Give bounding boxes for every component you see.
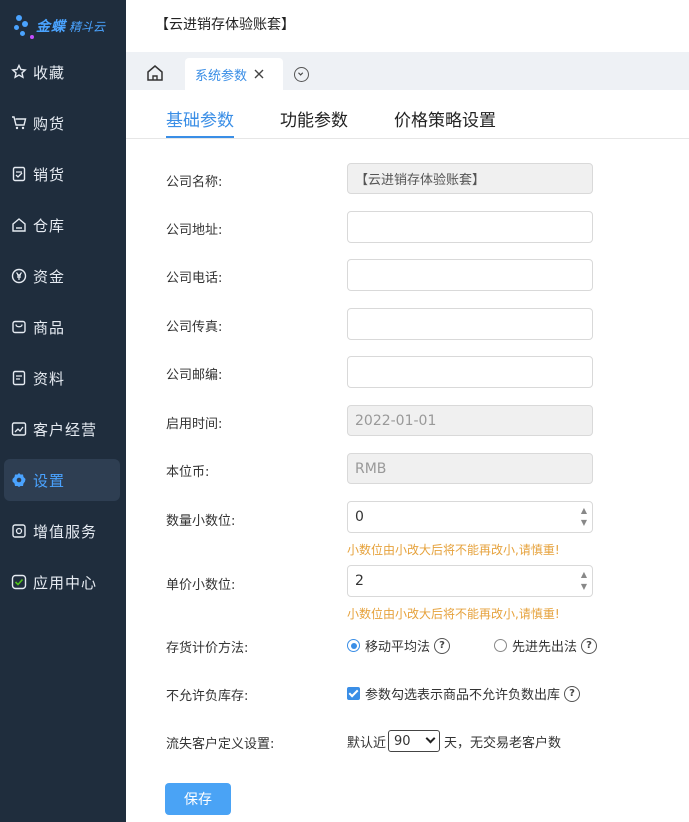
- costing-label: 存货计价方法:: [166, 641, 249, 656]
- currency-field: RMB: [347, 453, 593, 484]
- sidebar-item-value-services[interactable]: 增值服务: [4, 510, 120, 552]
- company-fax-input[interactable]: [347, 308, 593, 340]
- company-name-field: 【云进销存体验账套】: [347, 163, 593, 194]
- lost-customer-setting: 默认近 90 天，无交易老客户数: [347, 730, 561, 752]
- apps-icon: [11, 574, 27, 590]
- company-name-label: 公司名称:: [166, 175, 223, 190]
- start-date-label: 启用时间:: [166, 417, 223, 432]
- sidebar-item-label: 收藏: [33, 63, 66, 82]
- company-address-input[interactable]: [347, 211, 593, 243]
- chevron-down-icon[interactable]: [294, 67, 309, 82]
- tab-price-strategy[interactable]: 价格策略设置: [394, 106, 496, 138]
- company-fax-label: 公司传真:: [166, 320, 223, 335]
- tab-function-params[interactable]: 功能参数: [280, 106, 348, 138]
- chart-icon: [11, 421, 27, 437]
- save-button[interactable]: 保存: [165, 783, 231, 815]
- price-decimals-stepper[interactable]: 2 ▲ ▼: [347, 565, 593, 597]
- negative-stock-checkbox[interactable]: 参数勾选表示商品不允许负数出库 ?: [347, 684, 581, 703]
- radio-fifo[interactable]: 先进先出法 ?: [494, 636, 598, 655]
- lost-customer-prefix: 默认近: [347, 735, 387, 751]
- sidebar-item-app-center[interactable]: 应用中心: [4, 561, 120, 603]
- sidebar-item-label: 仓库: [33, 216, 66, 235]
- bag-icon: [11, 319, 27, 335]
- help-icon[interactable]: ?: [564, 685, 581, 702]
- start-date-field: 2022-01-01: [347, 405, 593, 436]
- sidebar-item-label: 资料: [33, 369, 66, 388]
- sidebar-item-label: 购货: [33, 114, 66, 133]
- invoice-icon: [11, 166, 27, 182]
- company-title: 【云进销存体验账套】: [155, 17, 295, 33]
- stepper-arrows-icon[interactable]: ▲ ▼: [579, 569, 589, 593]
- radio-button-checked: [347, 639, 360, 652]
- price-decimals-value: 2: [355, 573, 364, 589]
- negative-stock-label: 不允许负库存:: [166, 689, 249, 704]
- days-select[interactable]: 90: [388, 730, 441, 752]
- company-phone-label: 公司电话:: [166, 271, 223, 286]
- price-decimals-label: 单价小数位:: [166, 578, 236, 593]
- close-icon[interactable]: [253, 68, 265, 80]
- qty-decimals-warning: 小数位由小改大后将不能再改小,请慎重!: [347, 543, 560, 557]
- sidebar-item-label: 客户经营: [33, 420, 98, 439]
- stepper-arrows-icon[interactable]: ▲ ▼: [579, 505, 589, 529]
- tab-label: 系统参数: [195, 68, 248, 84]
- sidebar-item-warehouse[interactable]: 仓库: [4, 204, 120, 246]
- company-address-label: 公司地址:: [166, 223, 223, 238]
- checkbox-label: 参数勾选表示商品不允许负数出库: [365, 688, 561, 703]
- qty-decimals-label: 数量小数位:: [166, 514, 236, 529]
- warehouse-icon: [11, 217, 27, 233]
- price-decimals-warning: 小数位由小改大后将不能再改小,请慎重!: [347, 607, 560, 621]
- lost-customer-suffix: 天，无交易老客户数: [444, 735, 562, 751]
- star-icon: [11, 64, 27, 80]
- company-phone-input[interactable]: [347, 259, 593, 291]
- tab-basic-params[interactable]: 基础参数: [166, 106, 234, 138]
- company-zip-label: 公司邮编:: [166, 368, 223, 383]
- sidebar-item-crm[interactable]: 客户经营: [4, 408, 120, 450]
- help-icon[interactable]: ?: [434, 637, 451, 654]
- sidebar-item-label: 设置: [33, 471, 66, 490]
- radio-label: 移动平均法: [365, 640, 431, 655]
- logo-text: 金蝶 精斗云: [36, 19, 106, 35]
- brand-logo[interactable]: 金蝶 精斗云: [12, 10, 105, 42]
- sidebar-item-products[interactable]: 商品: [4, 306, 120, 348]
- lost-customer-label: 流失客户定义设置:: [166, 737, 275, 752]
- checkbox-checked-icon: [347, 687, 360, 700]
- sidebar-item-data[interactable]: 资料: [4, 357, 120, 399]
- radio-button-unchecked: [494, 639, 507, 652]
- sidebar-item-settings[interactable]: 设置: [4, 459, 120, 501]
- sidebar-item-label: 商品: [33, 318, 66, 337]
- gear-icon: [11, 472, 27, 488]
- help-icon[interactable]: ?: [581, 637, 598, 654]
- service-icon: [11, 523, 27, 539]
- tab-system-params[interactable]: 系统参数: [185, 58, 283, 90]
- sidebar-item-funds[interactable]: 资金: [4, 255, 120, 297]
- sidebar-item-purchase[interactable]: 购货: [4, 102, 120, 144]
- days-select-value: 90: [394, 733, 411, 749]
- sidebar-item-label: 应用中心: [33, 573, 98, 592]
- sidebar-item-label: 资金: [33, 267, 66, 286]
- radio-moving-average[interactable]: 移动平均法 ?: [347, 636, 451, 655]
- chevron-down-icon: [425, 733, 436, 744]
- document-icon: [11, 370, 27, 386]
- tab-bar: 系统参数: [126, 52, 689, 90]
- settings-subtabs: 基础参数 功能参数 价格策略设置: [126, 96, 689, 139]
- sidebar: 金蝶精斗云 收藏 购货 销货 仓库 资金 商品 资料 客户经营 设置 增值服务: [0, 0, 126, 822]
- sidebar-item-favorites[interactable]: 收藏: [4, 51, 120, 93]
- sidebar-item-sales[interactable]: 销货: [4, 153, 120, 195]
- sidebar-item-label: 销货: [33, 165, 66, 184]
- radio-label: 先进先出法: [512, 640, 578, 655]
- company-zip-input[interactable]: [347, 356, 593, 388]
- currency-label: 本位币:: [166, 465, 210, 480]
- sidebar-item-label: 增值服务: [33, 522, 98, 541]
- qty-decimals-value: 0: [355, 509, 364, 525]
- qty-decimals-stepper[interactable]: 0 ▲ ▼: [347, 501, 593, 533]
- yen-icon: [11, 268, 27, 284]
- home-icon[interactable]: [146, 64, 164, 82]
- cart-icon: [11, 115, 27, 131]
- logo-icon: [12, 11, 34, 41]
